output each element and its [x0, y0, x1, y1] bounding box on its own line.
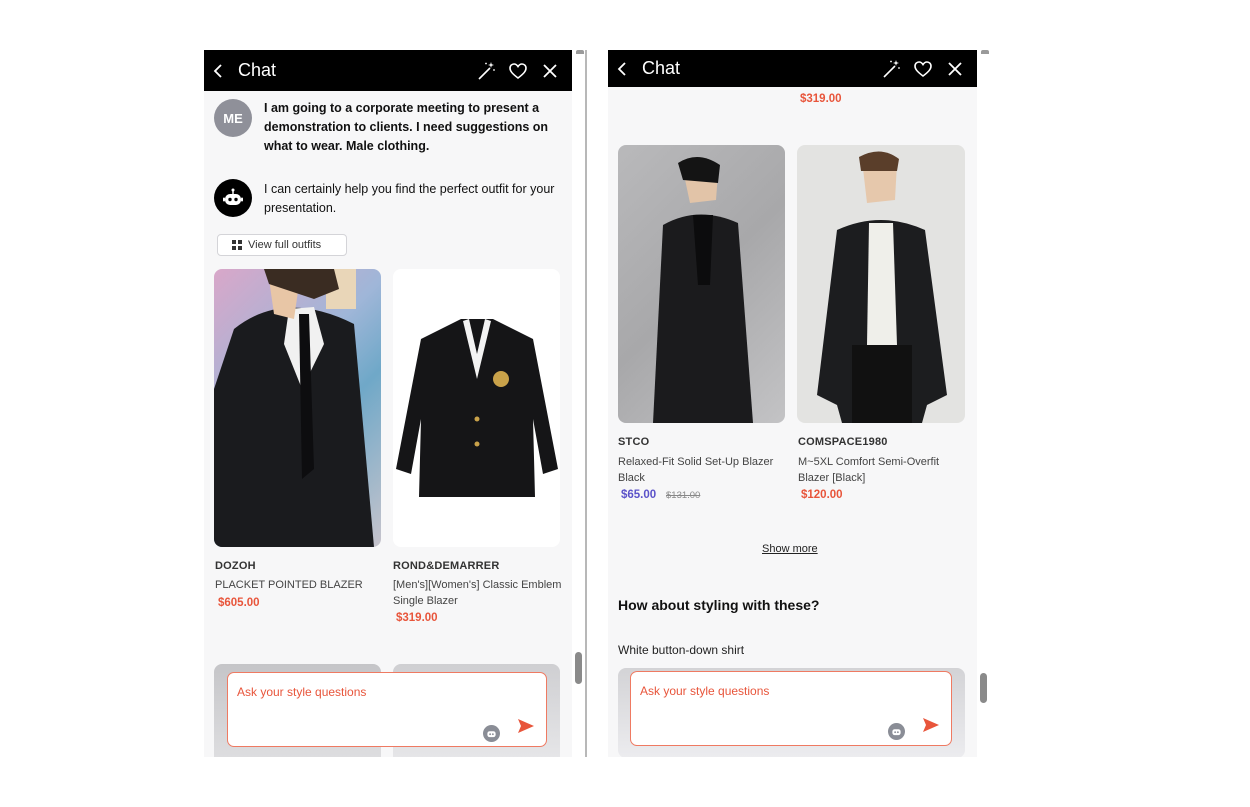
bot-avatar — [214, 179, 252, 217]
robot-icon — [223, 188, 243, 205]
product-price: $605.00 — [218, 597, 260, 609]
heart-icon[interactable] — [913, 59, 933, 79]
product-image-rond-demarrer[interactable] — [393, 269, 560, 547]
window-corner-mark — [981, 50, 989, 54]
product-brand: COMSPACE1980 — [798, 436, 888, 448]
chat-input[interactable] — [640, 684, 880, 714]
chevron-left-icon[interactable] — [614, 60, 632, 78]
user-message: I am going to a corporate meeting to pre… — [264, 101, 549, 153]
product-price: $319.00 — [396, 612, 438, 624]
panel-divider — [585, 50, 587, 757]
scrollbar-thumb[interactable] — [980, 673, 987, 703]
style-bot-button[interactable] — [888, 723, 905, 740]
product-price: $120.00 — [801, 489, 843, 501]
product-name[interactable]: PLACKET POINTED BLAZER — [215, 577, 380, 593]
scrollbar-thumb[interactable] — [575, 652, 582, 684]
product-brand: STCO — [618, 436, 650, 448]
bot-message: I can certainly help you find the perfec… — [264, 182, 555, 215]
chat-title: Chat — [238, 60, 277, 80]
product-image-stco[interactable] — [618, 145, 785, 423]
product-name[interactable]: [Men's][Women's] Classic Emblem Single B… — [393, 577, 563, 609]
product-image-comspace1980[interactable] — [797, 145, 965, 423]
product-original-price: $131.00 — [666, 490, 701, 501]
chat-panel-right: Chat $319.00 STCO Relaxed-Fit Solid Set-… — [608, 50, 977, 757]
user-avatar: ME — [214, 99, 252, 137]
chat-panel-left: Chat ME I am going to a corporate meetin… — [204, 50, 572, 757]
product-brand: ROND&DEMARRER — [393, 560, 500, 572]
magic-wand-icon[interactable] — [881, 59, 901, 79]
chat-header: Chat — [204, 50, 572, 91]
robot-icon — [487, 731, 496, 738]
styling-item-label: White button-down shirt — [618, 643, 745, 657]
window-corner-mark — [576, 50, 584, 54]
style-bot-button[interactable] — [483, 725, 500, 742]
product-name[interactable]: M~5XL Comfort Semi-Overfit Blazer [Black… — [798, 454, 963, 486]
chat-input-box — [630, 671, 952, 746]
grid-icon — [232, 240, 242, 250]
product-brand: DOZOH — [215, 560, 256, 572]
chat-header: Chat — [608, 50, 977, 87]
styling-section-title: How about styling with these? — [618, 597, 820, 613]
send-icon[interactable] — [922, 716, 940, 734]
send-icon[interactable] — [517, 717, 535, 735]
product-image-dozoh[interactable] — [214, 269, 381, 547]
robot-icon — [892, 729, 901, 736]
close-icon[interactable] — [945, 59, 965, 79]
show-more-link[interactable]: Show more — [762, 543, 818, 555]
product-price: $319.00 — [800, 93, 842, 105]
chat-title: Chat — [642, 58, 681, 78]
heart-icon[interactable] — [508, 61, 528, 81]
close-icon[interactable] — [540, 61, 560, 81]
view-full-outfits-button[interactable]: View full outfits — [217, 234, 347, 256]
product-name[interactable]: Relaxed-Fit Solid Set-Up Blazer Black — [618, 454, 788, 486]
chevron-left-icon[interactable] — [210, 62, 228, 80]
product-sale-price: $65.00 — [621, 489, 657, 501]
magic-wand-icon[interactable] — [476, 61, 496, 81]
chat-input-box — [227, 672, 547, 747]
chat-input[interactable] — [237, 685, 477, 715]
